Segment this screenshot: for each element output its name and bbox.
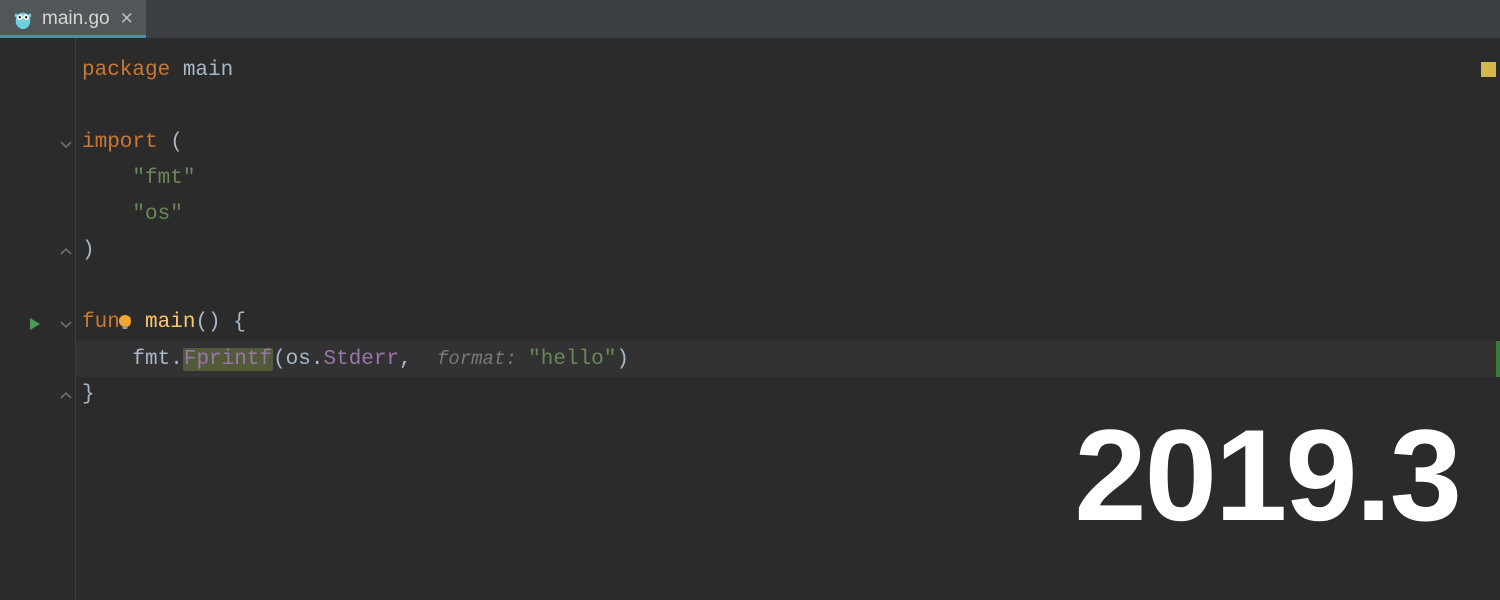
token-str: "hello" [528, 348, 616, 371]
token-punct: () { [195, 311, 245, 334]
intention-bulb-icon[interactable] [115, 305, 135, 341]
code-line[interactable]: ) [82, 233, 95, 269]
token-punct [82, 167, 132, 190]
version-overlay: 2019.3 [1074, 410, 1460, 540]
fold-open-icon[interactable] [59, 137, 73, 151]
token-punct: . [311, 348, 324, 371]
token-def: main [183, 59, 233, 82]
editor-gutter [0, 38, 76, 600]
token-punct: . [170, 348, 183, 371]
code-line[interactable]: package main [82, 53, 233, 89]
token-punct: ( [273, 348, 286, 371]
token-str: "os" [132, 203, 182, 226]
token-punct [82, 348, 132, 371]
token-memb: Stderr [324, 348, 400, 371]
token-memb: Fprintf [183, 348, 273, 371]
token-punct: , [399, 348, 437, 371]
token-kw: import [82, 131, 158, 154]
current-line-stripe [1496, 341, 1500, 377]
token-hint: format: [437, 348, 528, 370]
code-line[interactable]: fmt.Fprintf(os.Stderr, format: "hello") [82, 341, 629, 377]
fold-close-icon[interactable] [59, 389, 73, 403]
token-ident: main [145, 311, 195, 334]
token-def: fmt [132, 348, 170, 371]
token-punct: } [82, 383, 95, 406]
run-gutter-icon[interactable] [28, 315, 42, 338]
token-punct: ) [82, 239, 95, 262]
token-punct [82, 203, 132, 226]
editor-tab-main-go[interactable]: main.go ✕ [0, 0, 146, 38]
editor-tab-bar: main.go ✕ [0, 0, 1500, 38]
token-punct: ) [616, 348, 629, 371]
token-def: os [286, 348, 311, 371]
tab-filename: main.go [42, 8, 110, 30]
warning-stripe-marker[interactable] [1481, 62, 1496, 77]
code-line[interactable]: } [82, 377, 95, 413]
token-punct [170, 59, 183, 82]
fold-open-icon[interactable] [59, 317, 73, 331]
code-line[interactable]: "fmt" [82, 161, 195, 197]
gopher-icon [12, 8, 34, 30]
code-line[interactable]: "os" [82, 197, 183, 233]
token-punct: ( [158, 131, 183, 154]
fold-close-icon[interactable] [59, 245, 73, 259]
token-kw: package [82, 59, 170, 82]
token-str: "fmt" [132, 167, 195, 190]
code-line[interactable]: func main() { [82, 305, 246, 341]
code-line[interactable]: import ( [82, 125, 183, 161]
close-icon[interactable]: ✕ [120, 9, 134, 29]
